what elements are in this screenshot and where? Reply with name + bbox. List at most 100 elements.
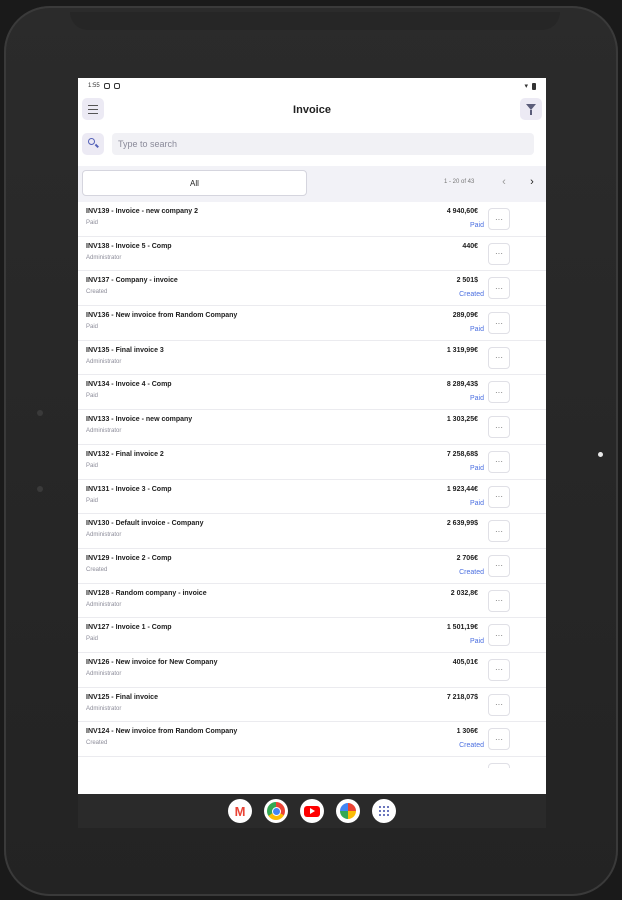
chrome-icon[interactable] — [264, 799, 288, 823]
more-options-button[interactable]: ··· — [488, 763, 510, 768]
app-bar: Invoice — [78, 94, 546, 126]
invoice-status: Created — [459, 291, 484, 299]
menu-button[interactable] — [82, 98, 104, 120]
invoice-row[interactable]: INV138 - Invoice 5 - Comp Administrator 44… — [78, 237, 546, 272]
invoice-row[interactable]: INV128 - Random company - invoice Adminis… — [78, 584, 546, 619]
invoice-amount: 1 923,44€ — [446, 485, 478, 493]
more-options-button[interactable]: ··· — [488, 277, 510, 300]
invoice-subtitle: Created — [86, 289, 108, 296]
invoice-amount: 2 639,99$ — [446, 520, 478, 528]
invoice-status: Paid — [469, 326, 484, 334]
gmail-icon[interactable]: M — [228, 799, 252, 823]
chevron-left-icon[interactable]: ‹ — [496, 174, 512, 190]
invoice-title: INV133 - Invoice - new company — [86, 416, 193, 424]
invoice-list: INV139 - Invoice - new company 2 Paid 4 94… — [78, 202, 546, 768]
invoice-amount: 2 706€ — [456, 554, 478, 562]
invoice-title: INV134 - Invoice 4 - Comp — [86, 381, 172, 389]
invoice-row[interactable]: INV137 - Company - invoice Created 2 501$ C… — [78, 271, 546, 307]
page-title: Invoice — [293, 104, 331, 116]
invoice-status: Paid — [469, 222, 484, 229]
search-row — [78, 126, 546, 160]
invoice-row[interactable]: INV124 - New invoice from Random Company… — [78, 722, 546, 757]
invoice-row[interactable]: INV133 - Invoice - new company Administra… — [78, 410, 546, 445]
invoice-row[interactable]: INV131 - Invoice 3 - Comp Paid 1 923,44€ Pa… — [78, 480, 546, 515]
photos-icon[interactable] — [336, 799, 360, 823]
invoice-title: INV125 - Final invoice — [86, 693, 158, 701]
invoice-subtitle: Paid — [86, 324, 99, 331]
invoice-row[interactable]: INV135 - Final invoice 3 Administrator 1 3… — [78, 341, 546, 376]
camera-light — [598, 452, 603, 457]
invoice-row[interactable]: INV125 - Final invoice Administrator 7 218… — [78, 688, 546, 723]
more-options-button[interactable]: ··· — [488, 624, 510, 647]
more-options-button[interactable]: ··· — [488, 520, 510, 543]
invoice-row[interactable]: INV129 - Invoice 2 - Comp Created 2 706€ Cr… — [78, 549, 546, 584]
invoice-subtitle: Created — [86, 566, 108, 573]
invoice-amount: 1 501,19€ — [446, 624, 478, 632]
invoice-subtitle: Administrator — [86, 358, 122, 365]
chevron-right-icon[interactable]: › — [524, 174, 540, 190]
sensor-dot — [37, 486, 43, 492]
more-options-button[interactable]: ··· — [488, 658, 510, 681]
invoice-subtitle: Paid — [86, 497, 99, 504]
more-options-button[interactable]: ··· — [488, 450, 510, 473]
more-options-button[interactable]: ··· — [488, 554, 510, 577]
invoice-row[interactable]: ··· — [78, 757, 546, 768]
more-options-button[interactable]: ··· — [488, 242, 510, 265]
invoice-title: INV126 - New invoice for New Company — [86, 658, 218, 666]
invoice-amount: 4 940,60€ — [446, 208, 478, 215]
app-drawer-icon[interactable] — [372, 799, 396, 823]
invoice-row[interactable]: INV126 - New invoice for New Company Admi… — [78, 653, 546, 688]
dock: M — [78, 794, 546, 828]
invoice-subtitle: Paid — [86, 393, 99, 400]
invoice-title: INV127 - Invoice 1 - Comp — [86, 624, 172, 632]
invoice-row[interactable]: INV130 - Default invoice - Company Admini… — [78, 514, 546, 549]
invoice-status: Paid — [469, 395, 484, 403]
invoice-title: INV137 - Company - invoice — [86, 277, 178, 285]
invoice-title: INV139 - Invoice - new company 2 — [86, 208, 199, 215]
invoice-amount: 2 032,8€ — [450, 589, 478, 597]
tabs-bar: All 1 - 20 of 43 ‹ › — [78, 166, 546, 202]
youtube-icon[interactable] — [300, 799, 324, 823]
more-options-button[interactable]: ··· — [488, 693, 510, 716]
more-options-button[interactable]: ··· — [488, 416, 510, 439]
invoice-title: INV129 - Invoice 2 - Comp — [86, 554, 172, 562]
invoice-amount: 7 258,68$ — [446, 450, 478, 458]
notification-icon — [103, 83, 110, 89]
more-options-button[interactable]: ··· — [488, 589, 510, 612]
invoice-row[interactable]: INV132 - Final invoice 2 Paid 7 258,68$ Pai… — [78, 445, 546, 480]
invoice-amount: 1 303,25€ — [446, 416, 478, 424]
invoice-status: Paid — [469, 499, 484, 507]
invoice-amount: 1 306€ — [456, 728, 478, 736]
invoice-subtitle: Administrator — [86, 670, 122, 677]
invoice-amount: 440€ — [462, 242, 478, 250]
invoice-row[interactable]: INV139 - Invoice - new company 2 Paid 4 94… — [78, 202, 546, 237]
more-options-button[interactable]: ··· — [488, 208, 510, 230]
invoice-amount: 7 218,07$ — [446, 693, 478, 701]
search-input[interactable] — [112, 133, 534, 155]
app-screen: 1:55 ▾ Invoice All 1 - 20 of 43 ‹ › INV1… — [78, 78, 546, 828]
wifi-icon: ▾ — [524, 83, 528, 90]
battery-icon — [532, 82, 536, 90]
tab-all[interactable]: All — [82, 170, 307, 196]
invoice-title: INV135 - Final invoice 3 — [86, 346, 164, 354]
invoice-row[interactable]: INV136 - New invoice from Random Company… — [78, 306, 546, 341]
search-button[interactable] — [82, 133, 104, 155]
invoice-subtitle: Administrator — [86, 532, 122, 539]
invoice-amount: 289,09€ — [452, 312, 478, 320]
more-options-button[interactable]: ··· — [488, 381, 510, 404]
invoice-title: INV130 - Default invoice - Company — [86, 520, 204, 528]
sensor-dot — [37, 410, 43, 416]
more-options-button[interactable]: ··· — [488, 485, 510, 508]
more-options-button[interactable]: ··· — [488, 312, 510, 335]
filter-button[interactable] — [520, 98, 542, 120]
invoice-subtitle: Administrator — [86, 428, 122, 435]
invoice-title: INV132 - Final invoice 2 — [86, 450, 164, 458]
invoice-row[interactable]: INV134 - Invoice 4 - Comp Paid 8 289,43$ Pa… — [78, 375, 546, 411]
more-options-button[interactable]: ··· — [488, 346, 510, 369]
invoice-row[interactable]: INV127 - Invoice 1 - Comp Paid 1 501,19€ Pa… — [78, 618, 546, 653]
invoice-subtitle: Paid — [86, 462, 99, 469]
invoice-title: INV131 - Invoice 3 - Comp — [86, 485, 172, 493]
invoice-amount: 2 501$ — [456, 277, 478, 285]
more-options-button[interactable]: ··· — [488, 728, 510, 751]
invoice-status: Paid — [469, 638, 484, 646]
